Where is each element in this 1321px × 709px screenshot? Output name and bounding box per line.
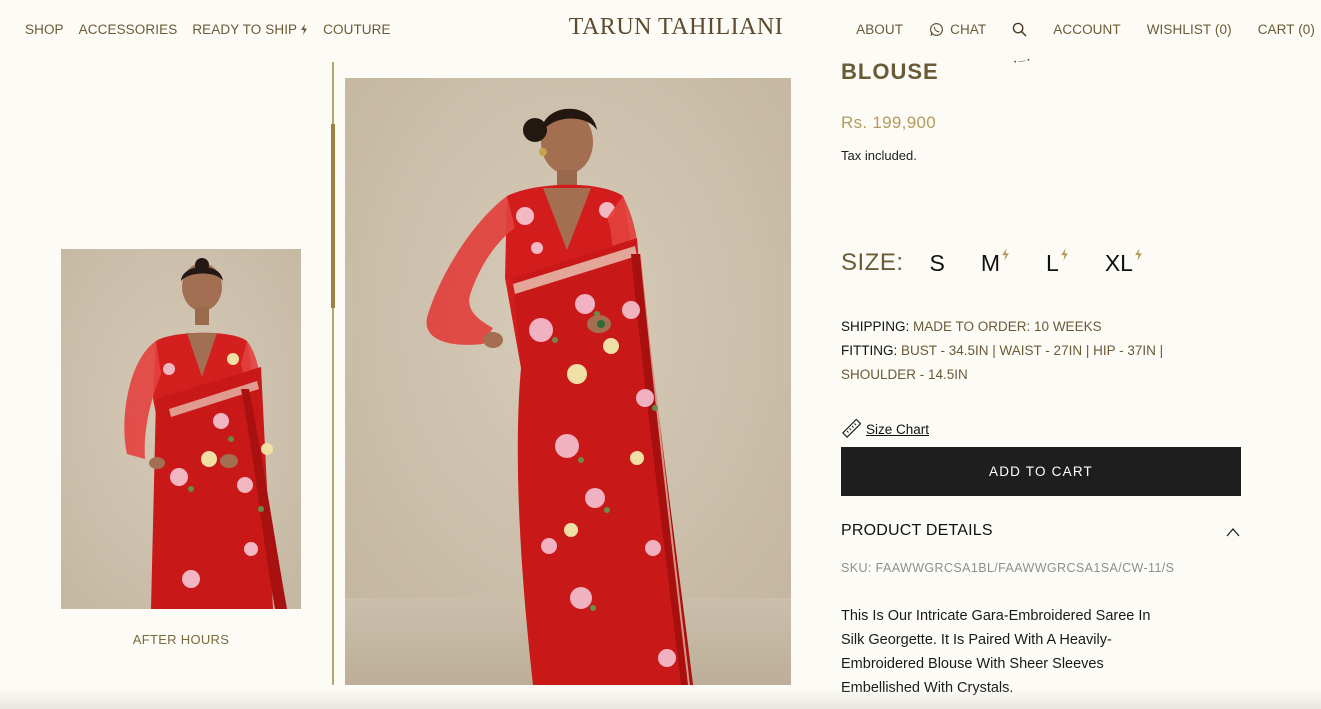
product-sku: SKU: FAAWWGRCSA1BL/FAAWWGRCSA1SA/CW-11/S (841, 561, 1175, 575)
fitting-key: FITTING: (841, 343, 898, 358)
size-option-s[interactable]: S (930, 250, 945, 277)
product-description: This Is Our Intricate Gara-Embroidered S… (841, 608, 1151, 696)
nav-account[interactable]: ACCOUNT (1053, 22, 1120, 37)
shipping-value: MADE TO ORDER: 10 WEEKS (913, 319, 1102, 334)
chevron-up-icon (1226, 528, 1240, 537)
size-selector: SIZE: S M L XL (841, 247, 1179, 277)
whatsapp-icon (930, 22, 944, 37)
gallery-scroll-thumb[interactable] (331, 124, 335, 308)
decorative-mark: • — • (1013, 56, 1031, 67)
product-title: BLOUSE (841, 59, 939, 84)
size-chart-label: Size Chart (866, 421, 930, 437)
nav-cart[interactable]: CART (0) (1258, 22, 1315, 37)
model-photo-main (345, 78, 791, 685)
site-header: SHOP ACCESSORIES READY TO SHIP COUTURE T… (0, 0, 1321, 60)
thumbnail-caption[interactable]: AFTER HOURS (61, 632, 301, 647)
size-option-label: M (980, 249, 1001, 276)
product-price: Rs. 199,900 (841, 113, 936, 132)
nav-chat-label: CHAT (950, 22, 987, 37)
size-option-label: XL (1104, 249, 1133, 276)
main-product-image[interactable] (345, 78, 791, 685)
model-photo-thumbnail (61, 249, 301, 609)
product-thumbnail[interactable] (61, 249, 301, 609)
size-option-label: L (1046, 249, 1059, 276)
nav-wishlist[interactable]: WISHLIST (0) (1147, 22, 1232, 37)
fitting-info: FITTING: BUST - 34.5IN | WAIST - 27IN | … (841, 339, 1231, 387)
size-option-xl[interactable]: XL (1104, 247, 1143, 277)
add-to-cart-button[interactable]: ADD TO CART (841, 447, 1241, 496)
page-fold-shadow (0, 689, 1321, 709)
nav-chat[interactable]: CHAT (929, 22, 986, 37)
utility-nav: ABOUT CHAT ACCOUNT WISHLIST (0) CART (0) (856, 22, 1315, 37)
shipping-key: SHIPPING: (841, 319, 910, 334)
product-details-heading: PRODUCT DETAILS (841, 522, 993, 539)
product-details-toggle[interactable]: PRODUCT DETAILS (841, 522, 1241, 546)
bolt-icon (1060, 247, 1068, 261)
size-option-l[interactable]: L (1046, 247, 1069, 277)
bolt-icon (1135, 247, 1142, 261)
bolt-icon (1002, 247, 1009, 261)
size-option-m[interactable]: M (980, 247, 1010, 277)
nav-about[interactable]: ABOUT (856, 22, 903, 37)
ruler-icon (842, 419, 861, 438)
size-option-label: S (929, 249, 945, 276)
shipping-info: SHIPPING: MADE TO ORDER: 10 WEEKS (841, 315, 1241, 339)
search-button[interactable] (1012, 22, 1027, 37)
size-chart-link[interactable]: Size Chart (841, 419, 929, 439)
search-icon (1012, 22, 1027, 37)
size-label: SIZE: (841, 249, 904, 276)
tax-note: Tax included. (841, 148, 917, 163)
